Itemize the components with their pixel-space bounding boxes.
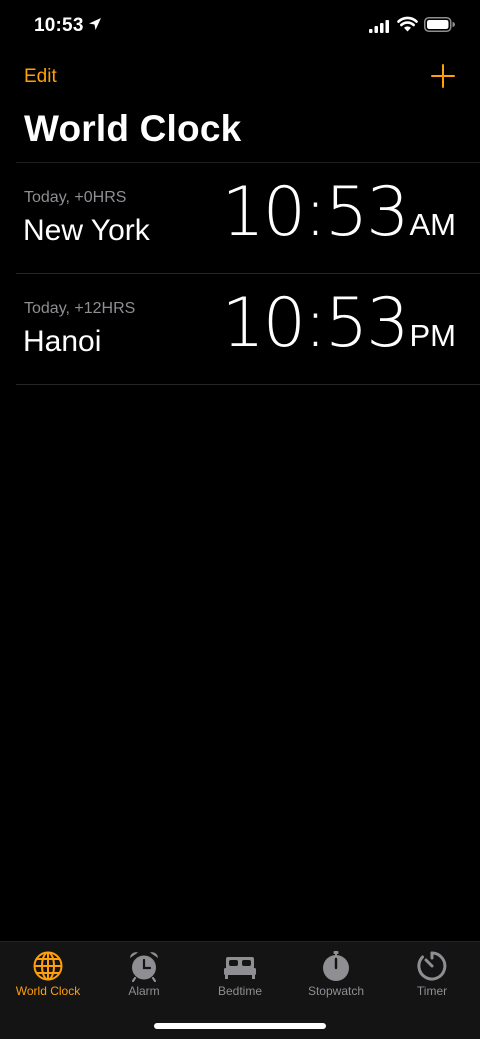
wifi-icon <box>397 16 418 32</box>
alarm-clock-icon <box>130 952 158 983</box>
status-bar: 10:53 <box>0 0 480 52</box>
edit-button[interactable]: Edit <box>24 66 57 88</box>
home-indicator[interactable] <box>154 1023 326 1029</box>
ampm-label: AM <box>409 207 457 242</box>
time-offset: Today, +12HRS <box>24 300 136 317</box>
world-clock-screen: 10:53 Edit World Clock Today, +0HRS New … <box>0 0 480 1039</box>
ampm-label: PM <box>409 318 457 353</box>
city-name: New York <box>23 214 150 247</box>
clock-row-hanoi[interactable]: Today, +12HRS Hanoi 10:53 PM <box>16 274 480 385</box>
time-offset: Today, +0HRS <box>24 189 127 206</box>
clock-list: Today, +0HRS New York 10:53 AM Today, +1… <box>16 162 480 385</box>
tab-label: Alarm <box>128 984 160 998</box>
time-digits: 10:53 <box>221 173 410 252</box>
tab-label: Timer <box>416 984 448 998</box>
status-time: 10:53 <box>34 15 84 36</box>
cellular-signal-icon <box>369 20 389 33</box>
tab-bedtime[interactable]: Bedtime <box>192 942 288 1006</box>
tab-timer[interactable]: Timer <box>384 942 480 1006</box>
battery-icon <box>424 17 455 32</box>
tab-label: World Clock <box>15 984 81 998</box>
city-name: Hanoi <box>23 325 102 358</box>
stopwatch-icon <box>323 951 349 981</box>
plus-icon[interactable] <box>430 63 456 89</box>
location-arrow-icon <box>89 18 101 30</box>
tab-alarm[interactable]: Alarm <box>96 942 192 1006</box>
tab-label: Bedtime <box>217 984 263 998</box>
tab-stopwatch[interactable]: Stopwatch <box>288 942 384 1006</box>
timer-icon <box>417 951 447 981</box>
bed-icon <box>224 957 256 979</box>
globe-icon <box>33 951 63 981</box>
time-digits: 10:53 <box>221 284 410 363</box>
tab-label: Stopwatch <box>307 984 365 998</box>
clock-time: 10:53 PM <box>222 290 456 358</box>
clock-time: 10:53 AM <box>222 179 456 247</box>
clock-row-new-york[interactable]: Today, +0HRS New York 10:53 AM <box>16 163 480 274</box>
page-title: World Clock <box>24 108 242 149</box>
tab-world-clock[interactable]: World Clock <box>0 942 96 1006</box>
